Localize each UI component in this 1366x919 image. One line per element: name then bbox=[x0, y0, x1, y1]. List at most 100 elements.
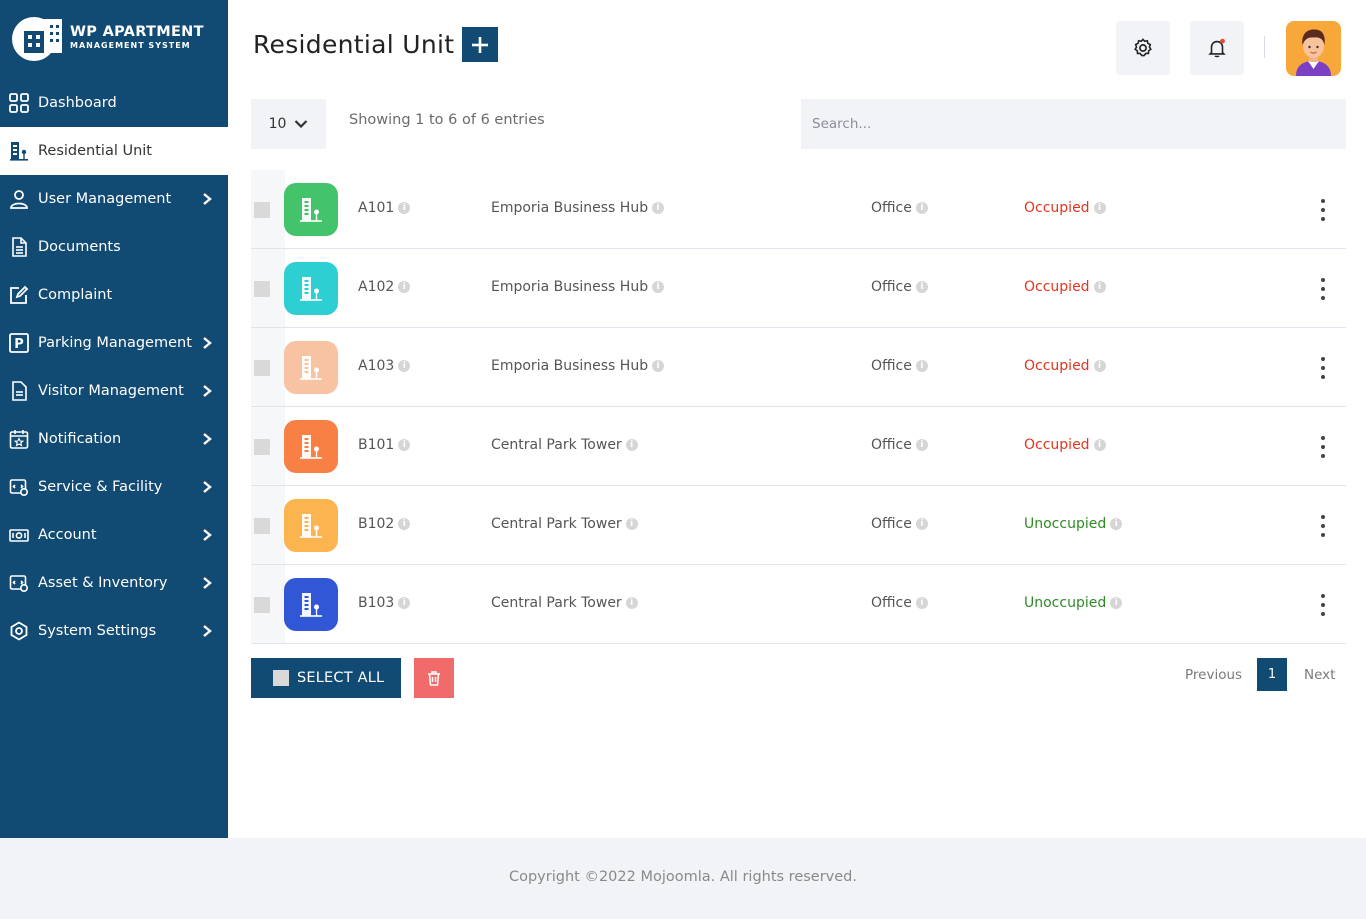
table-row[interactable]: A101 i Emporia Business Hub i Office i Occu… bbox=[251, 170, 1346, 249]
info-icon[interactable]: i bbox=[652, 360, 665, 372]
add-unit-button[interactable] bbox=[462, 27, 498, 62]
status-label: Unoccupied bbox=[1024, 595, 1107, 611]
info-icon[interactable]: i bbox=[915, 281, 928, 293]
chevron-right-icon bbox=[200, 432, 214, 446]
user-avatar[interactable] bbox=[1286, 21, 1341, 76]
search-input[interactable] bbox=[801, 99, 1346, 149]
chevron-down-icon bbox=[295, 120, 308, 129]
info-icon[interactable]: i bbox=[398, 439, 411, 451]
notifications-button[interactable] bbox=[1190, 21, 1244, 75]
info-icon[interactable]: i bbox=[1093, 281, 1106, 293]
sidebar-item-account[interactable]: Account bbox=[0, 511, 228, 559]
chevron-right-icon bbox=[200, 480, 214, 494]
settings-icon bbox=[8, 620, 30, 642]
logo-icon bbox=[10, 13, 68, 61]
brand-logo[interactable]: WP APARTMENT MANAGEMENT SYSTEM bbox=[10, 12, 220, 62]
info-icon[interactable]: i bbox=[625, 597, 638, 609]
building-name: Emporia Business Hub bbox=[491, 279, 649, 295]
info-icon[interactable]: i bbox=[398, 518, 411, 530]
status-label: Unoccupied bbox=[1024, 516, 1107, 532]
building-name: Emporia Business Hub bbox=[491, 200, 649, 216]
sidebar: WP APARTMENT MANAGEMENT SYSTEM Dashboard… bbox=[0, 0, 228, 838]
info-icon[interactable]: i bbox=[915, 518, 928, 530]
info-icon[interactable]: i bbox=[625, 518, 638, 530]
building-icon bbox=[284, 341, 338, 394]
page-length-value: 10 bbox=[268, 116, 287, 132]
sidebar-item-system-settings[interactable]: System Settings bbox=[0, 607, 228, 655]
sidebar-item-asset-inventory[interactable]: Asset & Inventory bbox=[0, 559, 228, 607]
building-icon bbox=[284, 183, 338, 236]
info-icon[interactable]: i bbox=[398, 360, 411, 372]
pagination-previous[interactable]: Previous bbox=[1185, 667, 1242, 683]
info-icon[interactable]: i bbox=[652, 281, 665, 293]
settings-button[interactable] bbox=[1116, 21, 1170, 75]
chevron-right-icon bbox=[200, 528, 214, 542]
row-menu-icon[interactable] bbox=[1319, 436, 1327, 458]
info-icon[interactable]: i bbox=[398, 281, 411, 293]
sidebar-item-label: Account bbox=[38, 527, 97, 543]
info-icon[interactable]: i bbox=[915, 597, 928, 609]
sidebar-item-label: Notification bbox=[38, 431, 122, 447]
unit-name: B103 bbox=[358, 595, 395, 611]
info-icon[interactable]: i bbox=[915, 202, 928, 214]
gear-icon bbox=[1134, 38, 1152, 57]
sidebar-item-service-facility[interactable]: Service & Facility bbox=[0, 463, 228, 511]
select-all-button[interactable]: SELECT ALL bbox=[251, 658, 401, 698]
info-icon[interactable]: i bbox=[398, 597, 411, 609]
info-icon[interactable]: i bbox=[1093, 202, 1106, 214]
row-checkbox[interactable] bbox=[254, 202, 270, 218]
table-row[interactable]: B102 i Central Park Tower i Office i Unoccu… bbox=[251, 486, 1346, 565]
units-table: A101 i Emporia Business Hub i Office i Occu… bbox=[251, 170, 1346, 644]
chevron-right-icon bbox=[200, 336, 214, 350]
table-row[interactable]: B103 i Central Park Tower i Office i Unoccu… bbox=[251, 565, 1346, 644]
info-icon[interactable]: i bbox=[652, 202, 665, 214]
row-checkbox[interactable] bbox=[254, 360, 270, 376]
row-menu-icon[interactable] bbox=[1319, 278, 1327, 300]
row-checkbox[interactable] bbox=[254, 281, 270, 297]
row-checkbox[interactable] bbox=[254, 518, 270, 534]
info-icon[interactable]: i bbox=[625, 439, 638, 451]
table-row[interactable]: B101 i Central Park Tower i Office i Occupi… bbox=[251, 407, 1346, 486]
info-icon[interactable]: i bbox=[1093, 360, 1106, 372]
row-menu-icon[interactable] bbox=[1319, 515, 1327, 537]
select-all-label: SELECT ALL bbox=[297, 670, 385, 686]
row-menu-icon[interactable] bbox=[1319, 357, 1327, 379]
building-name: Emporia Business Hub bbox=[491, 358, 649, 374]
info-icon[interactable]: i bbox=[1110, 597, 1123, 609]
sidebar-item-residential-unit[interactable]: Residential Unit bbox=[0, 127, 228, 175]
pagination-page-1[interactable]: 1 bbox=[1257, 658, 1287, 691]
sidebar-item-label: System Settings bbox=[38, 623, 157, 639]
page-length-select[interactable]: 10 bbox=[251, 99, 326, 149]
pagination-next[interactable]: Next bbox=[1304, 667, 1335, 683]
sidebar-item-visitor-management[interactable]: Visitor Management bbox=[0, 367, 228, 415]
building-icon bbox=[284, 420, 338, 473]
sidebar-item-notification[interactable]: Notification bbox=[0, 415, 228, 463]
row-checkbox[interactable] bbox=[254, 439, 270, 455]
sidebar-item-documents[interactable]: Documents bbox=[0, 223, 228, 271]
delete-button[interactable] bbox=[414, 658, 454, 698]
chevron-right-icon bbox=[200, 624, 214, 638]
info-icon[interactable]: i bbox=[915, 439, 928, 451]
sidebar-item-label: Residential Unit bbox=[38, 143, 152, 159]
sidebar-item-label: Dashboard bbox=[38, 95, 117, 111]
sidebar-item-label: Visitor Management bbox=[38, 383, 184, 399]
sidebar-item-user-management[interactable]: User Management bbox=[0, 175, 228, 223]
info-icon[interactable]: i bbox=[1110, 518, 1123, 530]
building-name: Central Park Tower bbox=[491, 516, 622, 532]
sidebar-item-complaint[interactable]: Complaint bbox=[0, 271, 228, 319]
info-icon[interactable]: i bbox=[915, 360, 928, 372]
unit-name: A101 bbox=[358, 200, 395, 216]
building-icon bbox=[284, 578, 338, 631]
row-checkbox[interactable] bbox=[254, 597, 270, 613]
sidebar-item-parking-management[interactable]: P Parking Management bbox=[0, 319, 228, 367]
table-row[interactable]: A102 i Emporia Business Hub i Office i Occu… bbox=[251, 249, 1346, 328]
row-menu-icon[interactable] bbox=[1319, 594, 1327, 616]
info-icon[interactable]: i bbox=[398, 202, 411, 214]
building-icon bbox=[284, 262, 338, 315]
sidebar-item-dashboard[interactable]: Dashboard bbox=[0, 79, 228, 127]
info-icon[interactable]: i bbox=[1093, 439, 1106, 451]
sidebar-item-label: Complaint bbox=[38, 287, 113, 303]
unit-type: Office bbox=[871, 279, 912, 295]
row-menu-icon[interactable] bbox=[1319, 199, 1327, 221]
table-row[interactable]: A103 i Emporia Business Hub i Office i Occu… bbox=[251, 328, 1346, 407]
